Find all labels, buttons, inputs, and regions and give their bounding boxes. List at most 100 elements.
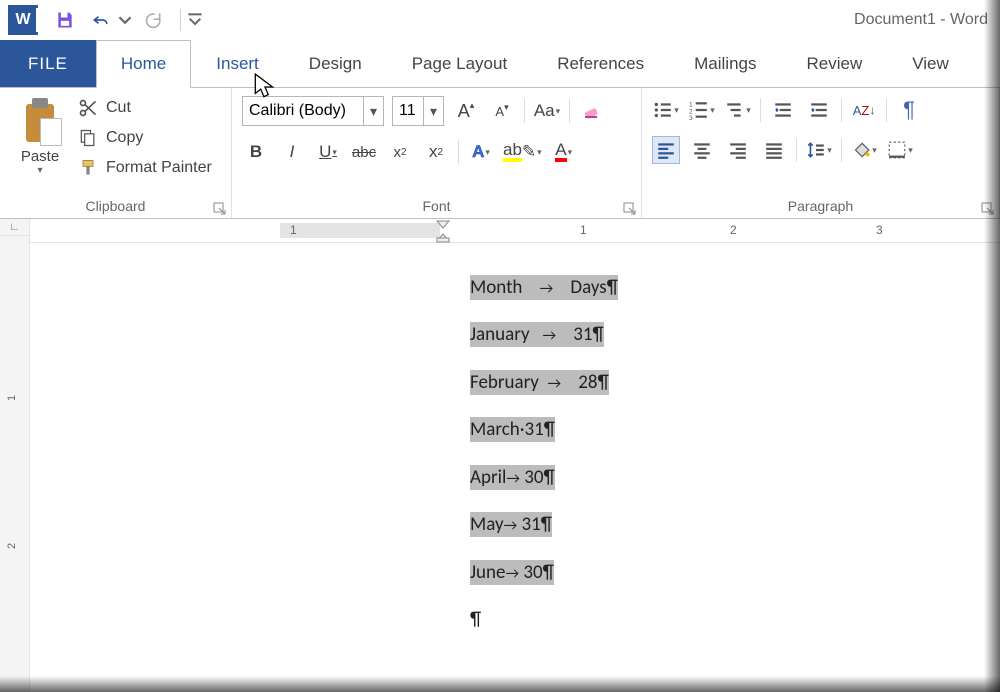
bullets-icon — [653, 100, 673, 120]
line-spacing-icon — [806, 140, 826, 160]
align-right-button[interactable] — [724, 136, 752, 164]
tab-mailings[interactable]: Mailings — [669, 40, 781, 87]
shading-button[interactable]: ▾ — [850, 136, 878, 164]
indent-icon — [809, 100, 829, 120]
change-case-button[interactable]: Aa▾ — [533, 97, 561, 125]
tab-design[interactable]: Design — [284, 40, 387, 87]
multilevel-list-button[interactable]: ▾ — [724, 96, 752, 124]
align-right-icon — [728, 140, 748, 160]
tab-insert[interactable]: Insert — [191, 40, 284, 87]
shrink-font-button[interactable]: A▾ — [488, 97, 516, 125]
show-hide-button[interactable]: ¶ — [895, 96, 923, 124]
group-title-font: Font — [422, 198, 450, 214]
chevron-down-icon[interactable]: ▾ — [363, 97, 383, 125]
cell: 30 — [524, 466, 543, 489]
underline-button[interactable]: U▾ — [314, 138, 342, 166]
copy-label: Copy — [106, 129, 143, 147]
paintbrush-icon — [78, 158, 98, 178]
tab-selector[interactable]: ∟ — [0, 219, 29, 236]
font-dialog-launcher[interactable] — [623, 202, 637, 216]
cell: March — [470, 418, 520, 441]
font-name-combo[interactable]: ▾ — [242, 96, 384, 126]
tab-references[interactable]: References — [532, 40, 669, 87]
screenshot-shadow-right — [984, 0, 1000, 692]
align-left-icon — [656, 140, 676, 160]
save-button[interactable] — [50, 5, 80, 35]
paste-button[interactable]: Paste ▾ — [10, 94, 70, 194]
italic-button[interactable]: I — [278, 138, 306, 166]
cell: 31 — [525, 418, 544, 441]
highlight-button[interactable]: ab✎▾ — [503, 138, 542, 166]
paste-icon — [20, 98, 60, 144]
font-name-input[interactable] — [243, 97, 363, 125]
cell: April — [470, 466, 506, 489]
document-canvas[interactable]: Month → Days¶ January → 31¶ February → 2… — [30, 243, 1000, 692]
borders-button[interactable]: ▾ — [886, 136, 914, 164]
cell: May — [470, 513, 504, 536]
undo-button[interactable] — [86, 5, 116, 35]
cell: Days — [570, 276, 606, 299]
outdent-icon — [773, 100, 793, 120]
redo-button[interactable] — [138, 5, 168, 35]
tab-file[interactable]: FILE — [0, 40, 96, 87]
window-title: Document1 - Word — [854, 11, 992, 29]
clear-formatting-button[interactable] — [578, 97, 606, 125]
word-logo-icon: W — [8, 5, 38, 35]
font-size-combo[interactable]: ▾ — [392, 96, 444, 126]
document-area: ∟ 1 2 1 1 2 3 Month → Days¶ January → 31… — [0, 219, 1000, 692]
cut-label: Cut — [106, 99, 131, 117]
horizontal-ruler[interactable]: 1 1 2 3 — [30, 219, 1000, 243]
group-clipboard: Paste ▾ Cut Copy Format Painter Clipboar… — [0, 88, 232, 218]
align-left-button[interactable] — [652, 136, 680, 164]
font-color-button[interactable]: A▾ — [550, 138, 578, 166]
tab-view[interactable]: View — [887, 40, 974, 87]
copy-icon — [78, 128, 98, 148]
text-effects-button[interactable]: A▾ — [467, 138, 495, 166]
group-paragraph: ▾ 123▾ ▾ AZ↓ ¶ ▾ ▾ ▾ — [642, 88, 1000, 218]
increase-indent-button[interactable] — [805, 96, 833, 124]
justify-button[interactable] — [760, 136, 788, 164]
numbering-icon: 123 — [689, 100, 709, 120]
format-painter-label: Format Painter — [106, 159, 212, 177]
strikethrough-button[interactable]: abc — [350, 138, 378, 166]
sort-button[interactable]: AZ↓ — [850, 96, 878, 124]
cell: Month — [470, 276, 522, 299]
tab-page-layout[interactable]: Page Layout — [387, 40, 532, 87]
decrease-indent-button[interactable] — [769, 96, 797, 124]
document-text[interactable]: Month → Days¶ January → 31¶ February → 2… — [470, 273, 618, 653]
eraser-icon — [582, 101, 602, 121]
superscript-button[interactable]: x2 — [422, 138, 450, 166]
subscript-button[interactable]: x2 — [386, 138, 414, 166]
bullets-button[interactable]: ▾ — [652, 96, 680, 124]
tab-home[interactable]: Home — [96, 40, 191, 88]
ribbon-tabstrip: FILE Home Insert Design Page Layout Refe… — [0, 40, 1000, 88]
cell: June — [470, 561, 505, 584]
align-center-button[interactable] — [688, 136, 716, 164]
align-center-icon — [692, 140, 712, 160]
cell: 31 — [521, 513, 540, 536]
paragraph-mark: ¶ — [470, 608, 481, 631]
font-size-input[interactable] — [393, 97, 423, 125]
cell: January — [470, 323, 530, 346]
chevron-down-icon[interactable]: ▾ — [423, 97, 443, 125]
justify-icon — [764, 140, 784, 160]
cut-button[interactable]: Cut — [78, 98, 212, 118]
bold-button[interactable]: B — [242, 138, 270, 166]
undo-more-button[interactable] — [118, 5, 132, 35]
cell: 31 — [573, 323, 592, 346]
tab-review[interactable]: Review — [781, 40, 887, 87]
grow-font-button[interactable]: A▴ — [452, 97, 480, 125]
line-spacing-button[interactable]: ▾ — [805, 136, 833, 164]
numbering-button[interactable]: 123▾ — [688, 96, 716, 124]
svg-text:3: 3 — [689, 115, 693, 120]
customize-qat-button[interactable] — [187, 5, 203, 35]
cell: 28 — [578, 371, 597, 394]
format-painter-button[interactable]: Format Painter — [78, 158, 212, 178]
borders-icon — [887, 140, 907, 160]
ruler-mark: 3 — [876, 223, 883, 237]
bucket-icon — [851, 140, 871, 160]
copy-button[interactable]: Copy — [78, 128, 212, 148]
clipboard-dialog-launcher[interactable] — [213, 202, 227, 216]
vertical-ruler[interactable]: ∟ 1 2 — [0, 219, 30, 692]
indent-marker-icon[interactable] — [436, 219, 450, 243]
